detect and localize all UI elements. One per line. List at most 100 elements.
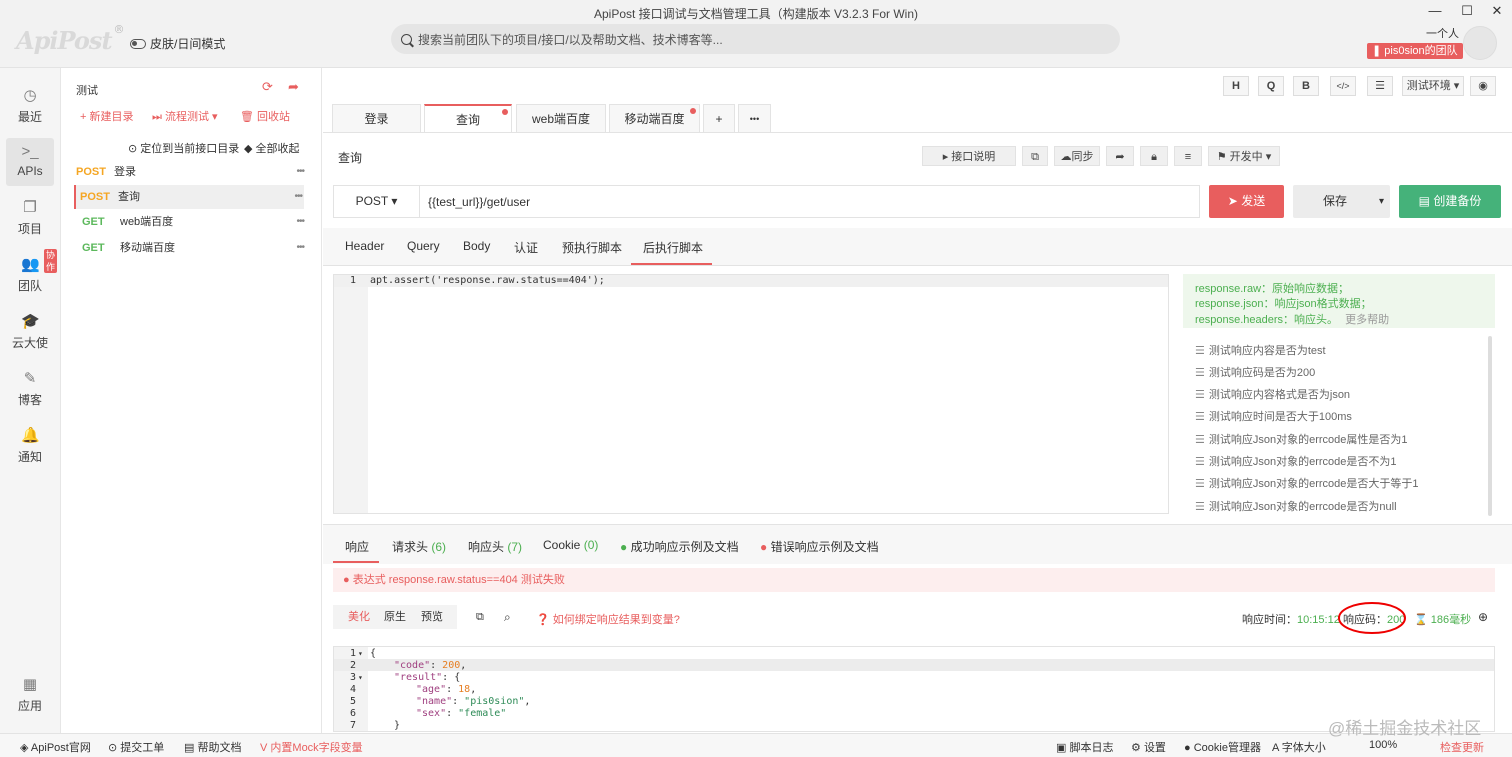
- more-tabs-button[interactable]: •••: [738, 104, 771, 132]
- method-select[interactable]: POST ▾: [334, 186, 420, 217]
- url-input[interactable]: {{test_url}}/get/user: [420, 195, 530, 209]
- view-raw[interactable]: 原生: [384, 605, 406, 629]
- lock-icon[interactable]: 🔒︎: [1140, 146, 1168, 166]
- nav-apps[interactable]: ▦ 应用: [6, 671, 54, 719]
- database-icon[interactable]: ≡: [1174, 146, 1202, 166]
- snippet-item[interactable]: ☰ 测试响应Json对象的errcode是否为null: [1195, 498, 1397, 514]
- font-size-button[interactable]: A 字体大小: [1272, 739, 1326, 755]
- tab-web-baidu[interactable]: web端百度: [516, 104, 606, 132]
- add-tab-button[interactable]: +: [703, 104, 735, 132]
- search-icon[interactable]: ⌕: [504, 610, 511, 625]
- hourglass-icon: ⌛: [1414, 614, 1428, 626]
- tab-error-example[interactable]: ● 错误响应示例及文档: [760, 538, 879, 555]
- nav-team[interactable]: 协作 👥 团队: [6, 249, 58, 299]
- nav-cloud[interactable]: 🎓 云大使: [6, 308, 54, 356]
- quote-button[interactable]: Q: [1258, 76, 1284, 96]
- cookie-manager-button[interactable]: ● Cookie管理器: [1184, 739, 1261, 755]
- tab-request-headers[interactable]: 请求头 (6): [392, 538, 446, 555]
- nav-notify[interactable]: 🔔 通知: [6, 422, 54, 470]
- sync-button[interactable]: ☁同步: [1054, 146, 1100, 166]
- refresh-icon[interactable]: ⟳: [262, 79, 273, 95]
- tree-item[interactable]: GET 移动端百度 •••: [76, 236, 306, 260]
- check-update-button[interactable]: 检查更新: [1440, 739, 1484, 755]
- share-icon[interactable]: ➦: [1106, 146, 1134, 166]
- save-button[interactable]: 保存 ▾: [1293, 185, 1390, 218]
- bind-help-link[interactable]: ❓ 如何绑定响应结果到变量?: [536, 611, 680, 627]
- collapse-all-button[interactable]: ◆ 全部收起: [244, 140, 300, 156]
- site-link[interactable]: ◈ ApiPost官网: [20, 739, 91, 755]
- copy-icon[interactable]: ⧉: [476, 611, 484, 624]
- heading-button[interactable]: H: [1223, 76, 1249, 96]
- team-badge[interactable]: ❚ pis0sion的团队: [1367, 43, 1463, 59]
- active-tab-indicator: [631, 263, 712, 265]
- settings-button[interactable]: ⚙ 设置: [1131, 739, 1166, 755]
- url-bar: POST ▾ {{test_url}}/get/user: [333, 185, 1200, 218]
- unsaved-dot: [690, 108, 696, 114]
- nav-apis[interactable]: >_ APIs: [6, 138, 54, 186]
- tab-header[interactable]: Header: [345, 239, 384, 253]
- recycle-bin-button[interactable]: 🗑 回收站: [240, 108, 290, 124]
- flow-test-button[interactable]: ⏭ 流程测试 ▾: [152, 108, 218, 124]
- tab-query[interactable]: 查询: [424, 104, 512, 132]
- tree-item[interactable]: GET web端百度 •••: [76, 210, 306, 234]
- minimize-button[interactable]: —: [1424, 0, 1446, 22]
- snippet-item[interactable]: ☰ 测试响应Json对象的errcode是否大于等于1: [1195, 475, 1419, 491]
- global-search-input[interactable]: 搜索当前团队下的项目/接口/以及帮助文档、技术博客等...: [391, 24, 1120, 54]
- zoom-level[interactable]: 100%: [1369, 739, 1397, 751]
- bold-button[interactable]: B: [1293, 76, 1319, 96]
- tab-query-params[interactable]: Query: [407, 239, 440, 253]
- request-tabs-bar: [323, 228, 1512, 266]
- tab-pre-script[interactable]: 预执行脚本: [562, 239, 622, 256]
- snippet-item[interactable]: ☰ 测试响应内容格式是否为json: [1195, 386, 1350, 402]
- env-select[interactable]: 测试环境 ▾: [1402, 76, 1464, 96]
- add-circle-icon[interactable]: ⊕: [1478, 610, 1488, 624]
- tab-mobile-baidu[interactable]: 移动端百度: [609, 104, 700, 132]
- json-line: }: [394, 720, 401, 731]
- more-help-link[interactable]: 更多帮助: [1345, 314, 1389, 326]
- new-dir-button[interactable]: + 新建目录: [80, 108, 133, 124]
- share-icon[interactable]: ➦: [288, 79, 299, 95]
- nav-project[interactable]: ❐ 项目: [6, 194, 54, 242]
- api-doc-button[interactable]: ▸ 接口说明: [922, 146, 1016, 166]
- scrollbar[interactable]: [1488, 336, 1492, 516]
- locate-button[interactable]: ⊙ 定位到当前接口目录: [128, 140, 239, 156]
- script-editor[interactable]: [333, 274, 1169, 514]
- ticket-link[interactable]: ⊙ 提交工单: [108, 739, 164, 755]
- tab-response[interactable]: 响应: [345, 538, 369, 555]
- view-preview[interactable]: 预览: [421, 605, 443, 629]
- tree-item[interactable]: POST 登录 •••: [76, 160, 306, 184]
- snippet-item[interactable]: ☰ 测试响应时间是否大于100ms: [1195, 408, 1352, 424]
- copy-icon[interactable]: ⧉: [1022, 146, 1048, 166]
- sliders-icon[interactable]: ☰: [1367, 76, 1393, 96]
- docs-link[interactable]: ▤ 帮助文档: [184, 739, 241, 755]
- unsaved-dot: [502, 109, 508, 115]
- create-backup-button[interactable]: ▤ 创建备份: [1399, 185, 1501, 218]
- mock-link[interactable]: V 内置Mock字段变量: [260, 739, 363, 755]
- eye-icon[interactable]: ◉: [1470, 76, 1496, 96]
- snippet-item[interactable]: ☰ 测试响应码是否为200: [1195, 364, 1315, 380]
- tab-login[interactable]: 登录: [332, 104, 421, 132]
- view-pretty[interactable]: 美化: [348, 605, 370, 629]
- tab-post-script[interactable]: 后执行脚本: [643, 239, 703, 256]
- snippet-item[interactable]: ☰ 测试响应内容是否为test: [1195, 342, 1326, 358]
- maximize-button[interactable]: ☐: [1456, 0, 1478, 22]
- close-button[interactable]: ✕: [1486, 0, 1508, 22]
- tab-success-example[interactable]: ● 成功响应示例及文档: [620, 538, 739, 555]
- send-button[interactable]: ➤ 发送: [1209, 185, 1284, 218]
- tab-cookie[interactable]: Cookie (0): [543, 538, 598, 552]
- snippet-item[interactable]: ☰ 测试响应Json对象的errcode是否不为1: [1195, 453, 1397, 469]
- tab-auth[interactable]: 认证: [514, 239, 538, 256]
- nav-recent[interactable]: ◷ 最近: [6, 82, 54, 130]
- snippet-item[interactable]: ☰ 测试响应Json对象的errcode属性是否为1: [1195, 431, 1408, 447]
- fold-icon[interactable]: ▾: [358, 672, 363, 684]
- avatar[interactable]: [1463, 26, 1497, 60]
- tree-item-active[interactable]: POST 查询 •••: [74, 185, 304, 209]
- fold-icon[interactable]: ▾: [358, 648, 363, 660]
- skin-mode-toggle[interactable]: 皮肤/日间模式: [130, 35, 225, 52]
- tab-response-headers[interactable]: 响应头 (7): [468, 538, 522, 555]
- script-log-button[interactable]: ▣ 脚本日志: [1056, 739, 1113, 755]
- tab-body[interactable]: Body: [463, 239, 490, 253]
- code-button[interactable]: </>: [1330, 76, 1356, 96]
- status-select[interactable]: ⚑ 开发中 ▾: [1208, 146, 1280, 166]
- nav-blog[interactable]: ✎ 博客: [6, 365, 54, 413]
